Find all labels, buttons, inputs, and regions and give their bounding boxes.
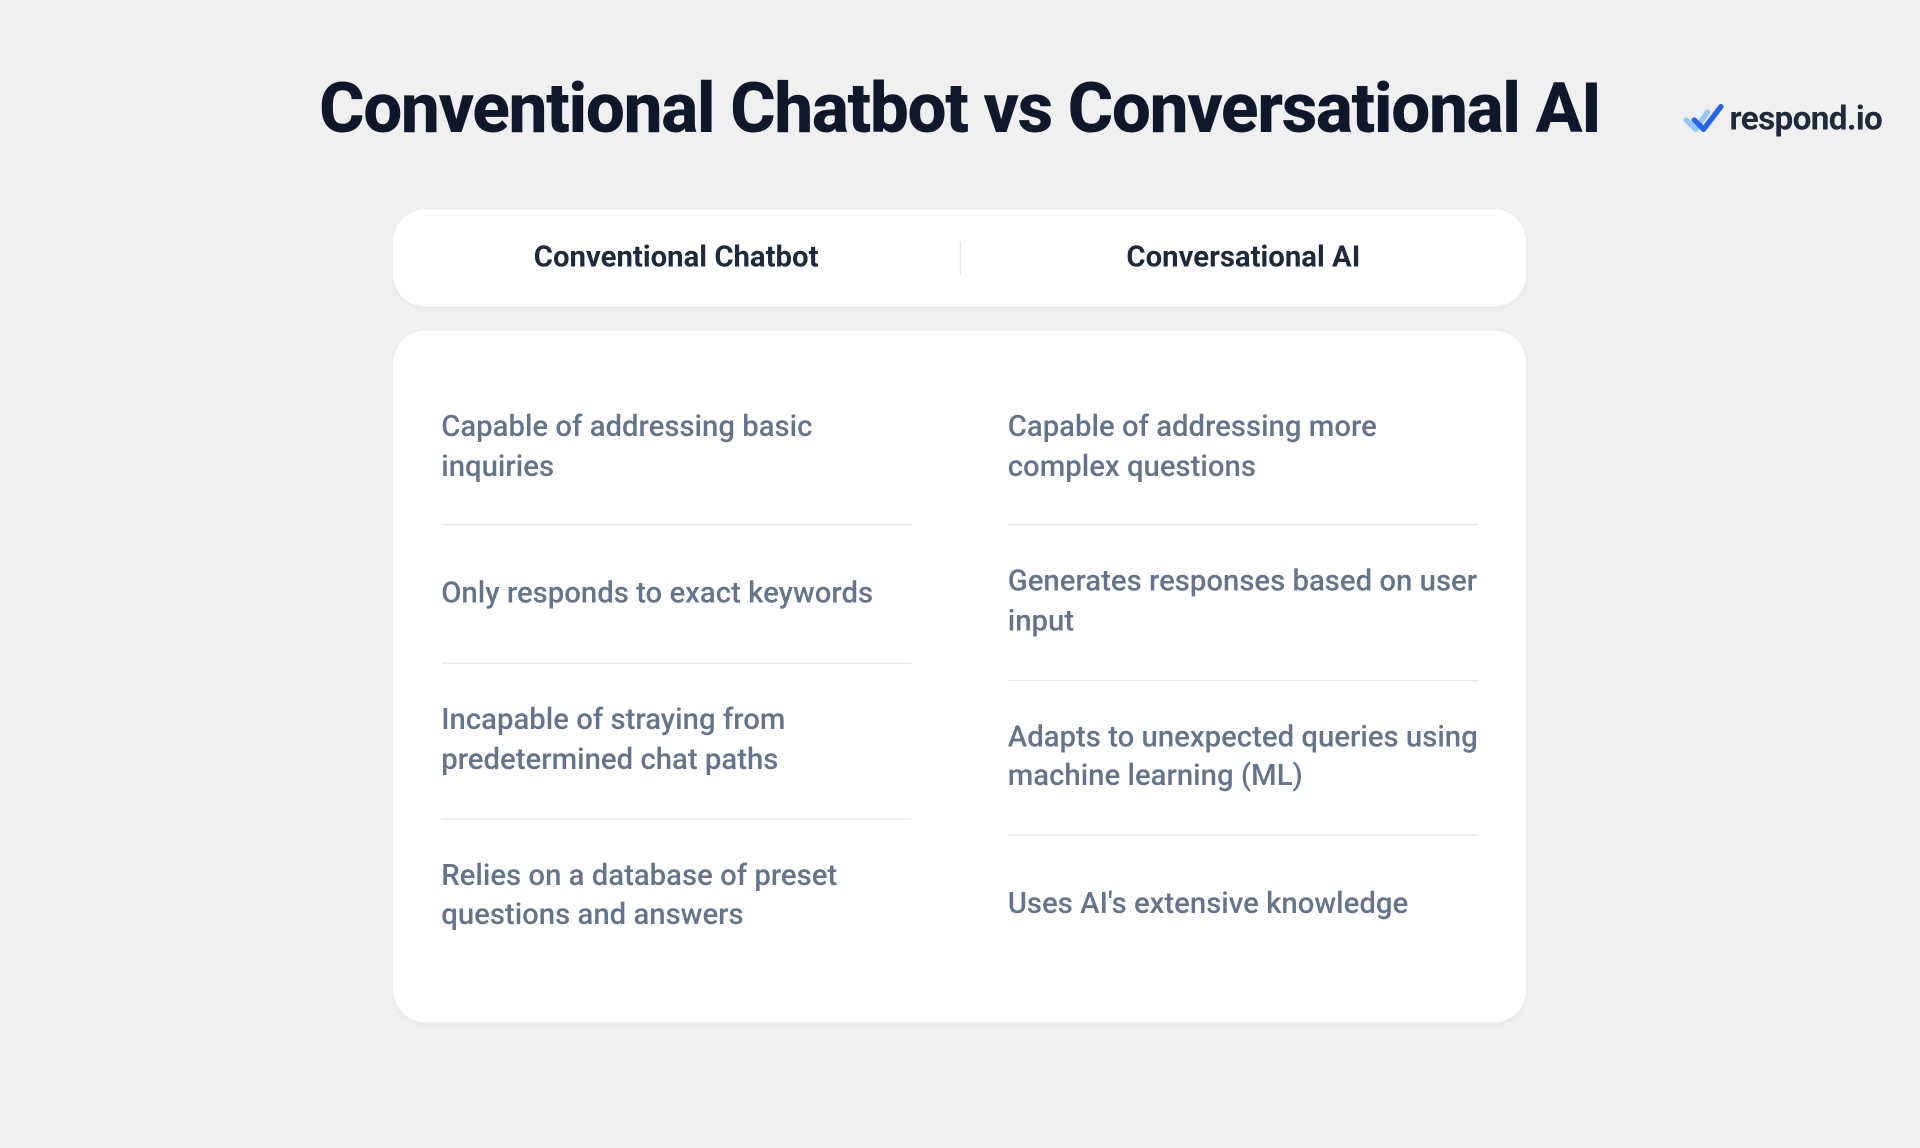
table-header-row: Conventional Chatbot Conversational AI	[393, 209, 1526, 306]
table-cell: Generates responses based on user input	[1008, 526, 1479, 681]
table-cell: Incapable of straying from predetermined…	[441, 664, 912, 819]
table-cell: Only responds to exact keywords	[441, 526, 912, 665]
table-cell: Relies on a database of preset questions…	[441, 819, 912, 973]
column-conversational-ai: Capable of addressing more complex quest…	[960, 371, 1527, 975]
header-conventional: Conventional Chatbot	[393, 241, 960, 274]
comparison-table: Conventional Chatbot Conversational AI C…	[393, 209, 1526, 1022]
brand-logo: respond.io	[1684, 100, 1882, 139]
table-cell: Capable of addressing more complex quest…	[1008, 371, 1479, 526]
header-conversational-ai: Conversational AI	[960, 241, 1526, 274]
checkmark-icon	[1684, 103, 1724, 135]
table-cell: Uses AI's extensive knowledge	[1008, 836, 1479, 975]
table-cell: Capable of addressing basic inquiries	[441, 371, 912, 526]
brand-name: respond.io	[1730, 100, 1883, 139]
column-conventional: Capable of addressing basic inquiries On…	[393, 371, 960, 975]
table-body: Capable of addressing basic inquiries On…	[393, 331, 1526, 1023]
page-title: Conventional Chatbot vs Conversational A…	[0, 68, 1920, 149]
table-cell: Adapts to unexpected queries using machi…	[1008, 681, 1479, 836]
